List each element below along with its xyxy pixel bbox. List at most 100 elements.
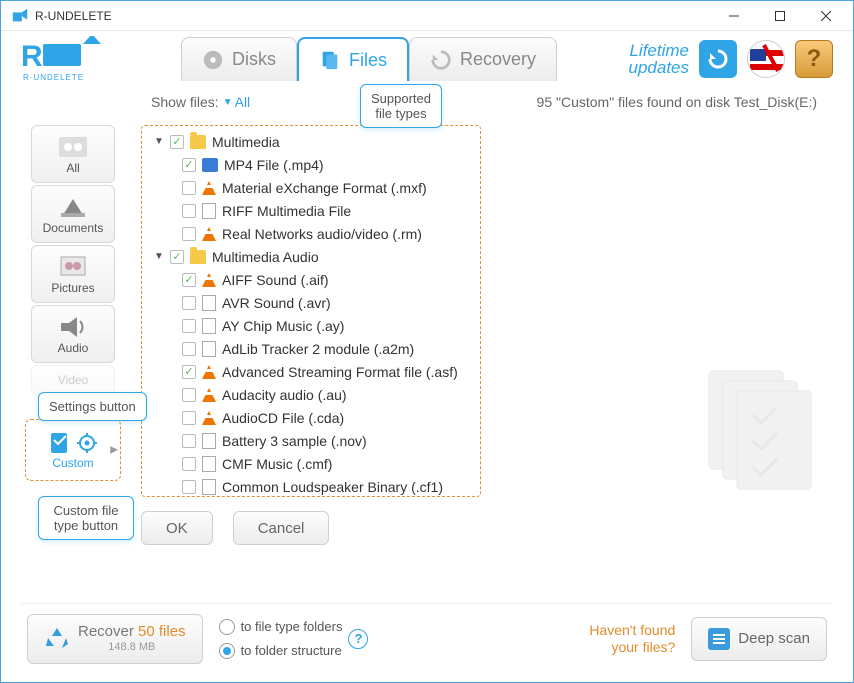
status-text: 95 "Custom" files found on disk Test_Dis… bbox=[537, 94, 817, 110]
radio-icon bbox=[219, 619, 235, 635]
checkbox[interactable] bbox=[182, 434, 196, 448]
radio-file-type-folders[interactable]: to file type folders bbox=[219, 619, 343, 635]
pictures-icon bbox=[57, 253, 89, 281]
tree-item[interactable]: Material eXchange Format (.mxf) bbox=[148, 176, 474, 199]
group-label: Multimedia Audio bbox=[212, 249, 319, 265]
deep-scan-icon bbox=[708, 628, 730, 650]
tree-group[interactable]: ▼ Multimedia Audio bbox=[148, 245, 474, 268]
file-icon bbox=[202, 341, 216, 357]
category-documents[interactable]: Documents bbox=[31, 185, 115, 243]
header: R R·UNDELETE Disks Files Recovery Lifeti… bbox=[1, 31, 853, 83]
tree-item[interactable]: Real Networks audio/video (.rm) bbox=[148, 222, 474, 245]
checkbox[interactable] bbox=[182, 296, 196, 310]
collapse-toggle[interactable]: ▼ bbox=[154, 251, 164, 262]
radio-label: to file type folders bbox=[241, 619, 343, 634]
deep-scan-button[interactable]: Deep scan bbox=[691, 617, 827, 661]
vlc-icon bbox=[202, 411, 216, 425]
tooltip-file-types: Supported file types bbox=[360, 84, 442, 128]
category-video[interactable]: Video bbox=[31, 365, 115, 395]
tab-recovery[interactable]: Recovery bbox=[409, 37, 557, 81]
category-label: Documents bbox=[43, 221, 104, 235]
close-button[interactable] bbox=[803, 1, 849, 31]
category-label: Custom bbox=[52, 456, 93, 470]
tree-item[interactable]: AY Chip Music (.ay) bbox=[148, 314, 474, 337]
checkbox[interactable] bbox=[170, 250, 184, 264]
item-label: Common Loudspeaker Binary (.cf1) bbox=[222, 479, 443, 495]
files-icon bbox=[319, 49, 341, 71]
checkbox[interactable] bbox=[182, 158, 196, 172]
tooltip-custom: Custom file type button bbox=[38, 496, 134, 540]
tree-item[interactable]: Audacity audio (.au) bbox=[148, 383, 474, 406]
help-button[interactable]: ? bbox=[795, 40, 833, 78]
category-custom[interactable]: Custom ▶ bbox=[25, 419, 121, 481]
tree-item[interactable]: RIFF Multimedia File bbox=[148, 199, 474, 222]
checkbox[interactable] bbox=[182, 227, 196, 241]
custom-icon bbox=[48, 430, 72, 456]
updates-button[interactable] bbox=[699, 40, 737, 78]
checkbox[interactable] bbox=[182, 457, 196, 471]
tree-item[interactable]: AVR Sound (.avr) bbox=[148, 291, 474, 314]
lifetime-updates-label: Lifetime updates bbox=[629, 42, 690, 76]
minimize-button[interactable] bbox=[711, 1, 757, 31]
checkbox[interactable] bbox=[182, 204, 196, 218]
tree-item[interactable]: CMF Music (.cmf) bbox=[148, 452, 474, 475]
category-all[interactable]: All bbox=[31, 125, 115, 183]
show-files-value[interactable]: All bbox=[235, 94, 251, 110]
checkbox[interactable] bbox=[182, 273, 196, 287]
tab-files[interactable]: Files bbox=[297, 37, 409, 81]
category-label: Video bbox=[58, 373, 88, 387]
tree-item[interactable]: Common Loudspeaker Binary (.cf1) bbox=[148, 475, 474, 497]
category-audio[interactable]: Audio bbox=[31, 305, 115, 363]
radio-icon bbox=[219, 643, 235, 659]
radio-label: to folder structure bbox=[241, 643, 342, 658]
item-label: AdLib Tracker 2 module (.a2m) bbox=[222, 341, 414, 357]
info-button[interactable]: ? bbox=[348, 629, 368, 649]
checkbox[interactable] bbox=[182, 388, 196, 402]
collapse-toggle[interactable]: ▼ bbox=[154, 136, 164, 147]
folder-icon bbox=[190, 250, 206, 264]
tree-item[interactable]: AIFF Sound (.aif) bbox=[148, 268, 474, 291]
checkbox[interactable] bbox=[182, 480, 196, 494]
tree-item[interactable]: AudioCD File (.cda) bbox=[148, 406, 474, 429]
tree-item[interactable]: Advanced Streaming Format file (.asf) bbox=[148, 360, 474, 383]
tree-item[interactable]: MP4 File (.mp4) bbox=[148, 153, 474, 176]
file-icon bbox=[202, 318, 216, 334]
tree-item[interactable]: AdLib Tracker 2 module (.a2m) bbox=[148, 337, 474, 360]
radio-folder-structure[interactable]: to folder structure bbox=[219, 643, 343, 659]
checkbox[interactable] bbox=[182, 342, 196, 356]
recover-button[interactable]: Recover 50 files 148.8 MB bbox=[27, 614, 203, 664]
chevron-right-icon[interactable]: ▶ bbox=[110, 445, 118, 456]
tree-group[interactable]: ▼ Multimedia bbox=[148, 130, 474, 153]
checkbox[interactable] bbox=[182, 411, 196, 425]
app-logo: R R·UNDELETE bbox=[21, 36, 111, 82]
checkbox[interactable] bbox=[182, 365, 196, 379]
tree-item[interactable]: Battery 3 sample (.nov) bbox=[148, 429, 474, 452]
folder-icon bbox=[190, 135, 206, 149]
settings-gear-button[interactable] bbox=[76, 432, 98, 454]
havent-found-link[interactable]: Haven't found your files? bbox=[589, 622, 675, 656]
footer: Recover 50 files 148.8 MB to file type f… bbox=[21, 603, 833, 673]
app-icon bbox=[11, 7, 29, 25]
checkbox[interactable] bbox=[170, 135, 184, 149]
checkbox[interactable] bbox=[182, 181, 196, 195]
chevron-down-icon[interactable]: ▼ bbox=[223, 97, 233, 108]
documents-icon bbox=[57, 193, 89, 221]
checkbox[interactable] bbox=[182, 319, 196, 333]
file-type-tree[interactable]: ▼ Multimedia MP4 File (.mp4) Material eX… bbox=[141, 125, 481, 497]
language-button[interactable] bbox=[747, 40, 785, 78]
maximize-button[interactable] bbox=[757, 1, 803, 31]
item-label: AudioCD File (.cda) bbox=[222, 410, 344, 426]
recovery-icon bbox=[430, 49, 452, 71]
recover-label: Recover bbox=[78, 623, 138, 640]
vlc-icon bbox=[202, 227, 216, 241]
item-label: Material eXchange Format (.mxf) bbox=[222, 180, 427, 196]
tab-disks[interactable]: Disks bbox=[181, 37, 297, 81]
window-title: R-UNDELETE bbox=[35, 9, 711, 23]
show-files-label: Show files: bbox=[151, 94, 219, 110]
ok-button[interactable]: OK bbox=[141, 511, 213, 545]
category-pictures[interactable]: Pictures bbox=[31, 245, 115, 303]
item-label: Advanced Streaming Format file (.asf) bbox=[222, 364, 458, 380]
cancel-button[interactable]: Cancel bbox=[233, 511, 330, 545]
question-icon: ? bbox=[807, 45, 822, 73]
tooltip-settings: Settings button bbox=[38, 392, 147, 421]
